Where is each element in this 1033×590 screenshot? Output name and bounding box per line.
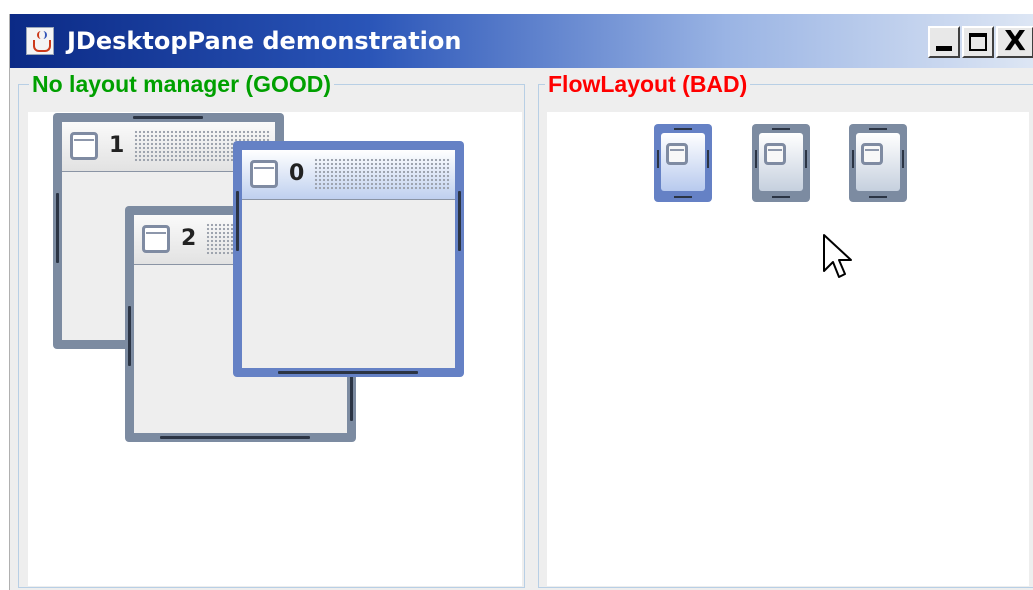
window-icon [666,143,688,165]
panel-title-good: No layout manager (GOOD) [29,70,335,98]
internal-frame-title: 1 [109,133,125,158]
close-icon: X [1004,24,1026,57]
window-title: JDesktopPane demonstration [67,27,462,55]
window-icon [764,143,786,165]
internal-frame-title: 0 [289,161,305,186]
internal-frame-content [242,200,455,368]
desktop-pane-left[interactable]: 1 2 0 [28,112,522,586]
internal-frame-title: 2 [181,226,197,251]
mouse-cursor-icon [823,234,852,278]
iconified-frame-1[interactable] [752,124,810,202]
minimize-button[interactable] [928,26,960,58]
java-app-icon[interactable] [26,27,54,55]
panel-title-bad: FlowLayout (BAD) [545,70,751,98]
minimize-icon [936,46,952,51]
maximize-button[interactable] [962,26,994,58]
maximize-icon [969,33,987,51]
internal-frame-0[interactable]: 0 [233,141,464,377]
panel-flow-layout: FlowLayout (BAD) [534,70,1033,588]
frame-window-icon[interactable] [70,132,98,160]
internal-frame-title-bar[interactable]: 0 [242,150,455,200]
frame-window-icon[interactable] [250,160,278,188]
frame-window-icon[interactable] [142,225,170,253]
iconified-frame-0[interactable] [654,124,712,202]
desktop-pane-right[interactable] [547,112,1029,586]
main-window: JDesktopPane demonstration X No layout m… [9,14,1033,590]
window-icon [861,143,883,165]
panel-no-layout: No layout manager (GOOD) 1 2 0 [10,70,529,588]
title-grip [314,158,451,190]
title-bar[interactable]: JDesktopPane demonstration X [10,14,1033,68]
iconified-frame-2[interactable] [849,124,907,202]
close-button[interactable]: X [996,26,1033,58]
